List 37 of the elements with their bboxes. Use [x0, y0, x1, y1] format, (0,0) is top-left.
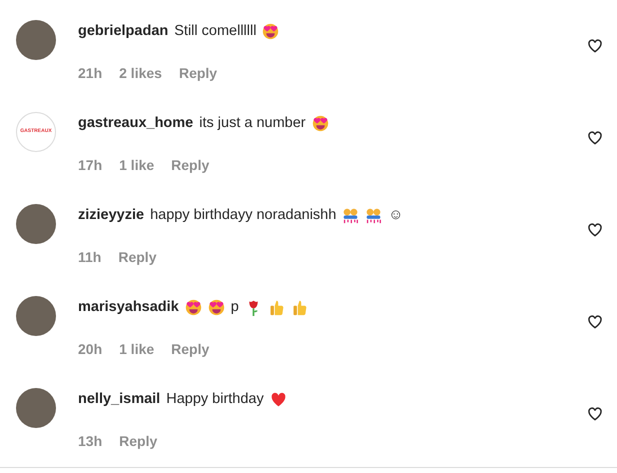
avatar-photo-placeholder[interactable] [16, 204, 56, 244]
likes-count-link[interactable]: 1 like [119, 338, 154, 360]
heart-icon [270, 391, 287, 408]
comment-time: 21h [78, 64, 102, 83]
likes-count-link[interactable]: 2 likes [119, 62, 162, 84]
comment-time: 11h [78, 248, 102, 267]
comment-text: p [230, 298, 239, 317]
username-link[interactable]: nelly_ismail [78, 389, 160, 411]
people-confetti-emoji-icon [342, 207, 360, 224]
comment-time: 20h [78, 340, 102, 359]
username-link[interactable]: gastreaux_home [78, 113, 194, 135]
reply-link[interactable]: Reply [118, 246, 156, 268]
avatar-photo-placeholder[interactable] [16, 20, 56, 60]
username-link[interactable]: zizieyyzie [78, 205, 144, 227]
reply-link[interactable]: Reply [119, 430, 158, 452]
reply-link[interactable]: Reply [171, 338, 210, 360]
heart-eyes-emoji-icon [184, 299, 202, 316]
thumbs-up-emoji-icon [268, 299, 285, 316]
heart-eyes-emoji-icon [208, 299, 225, 316]
comment-text: Still comellllll [174, 22, 256, 41]
avatar-photo-placeholder[interactable] [16, 388, 56, 428]
likes-count-link[interactable]: 1 like [119, 154, 154, 176]
comment-text: Happy birthday [166, 390, 264, 409]
reply-link[interactable]: Reply [171, 154, 210, 176]
comment-text: happy birthdayy noradanishh [150, 206, 336, 225]
heart-eyes-emoji-icon [262, 23, 280, 40]
people-confetti-emoji-icon [365, 207, 382, 224]
username-link[interactable]: marisyahsadik [78, 297, 179, 319]
comment-time: 13h [78, 432, 102, 451]
comment-text: its just a number [199, 114, 306, 133]
avatar-photo-placeholder[interactable] [16, 296, 56, 336]
reply-link[interactable]: Reply [178, 62, 218, 84]
username-link[interactable]: gebrielpadan [78, 21, 168, 43]
heart-eyes-emoji-icon [312, 115, 329, 132]
thumbs-up-emoji-icon [290, 299, 308, 316]
comment-text: ☺ [388, 206, 404, 225]
comment-time: 17h [78, 156, 102, 175]
